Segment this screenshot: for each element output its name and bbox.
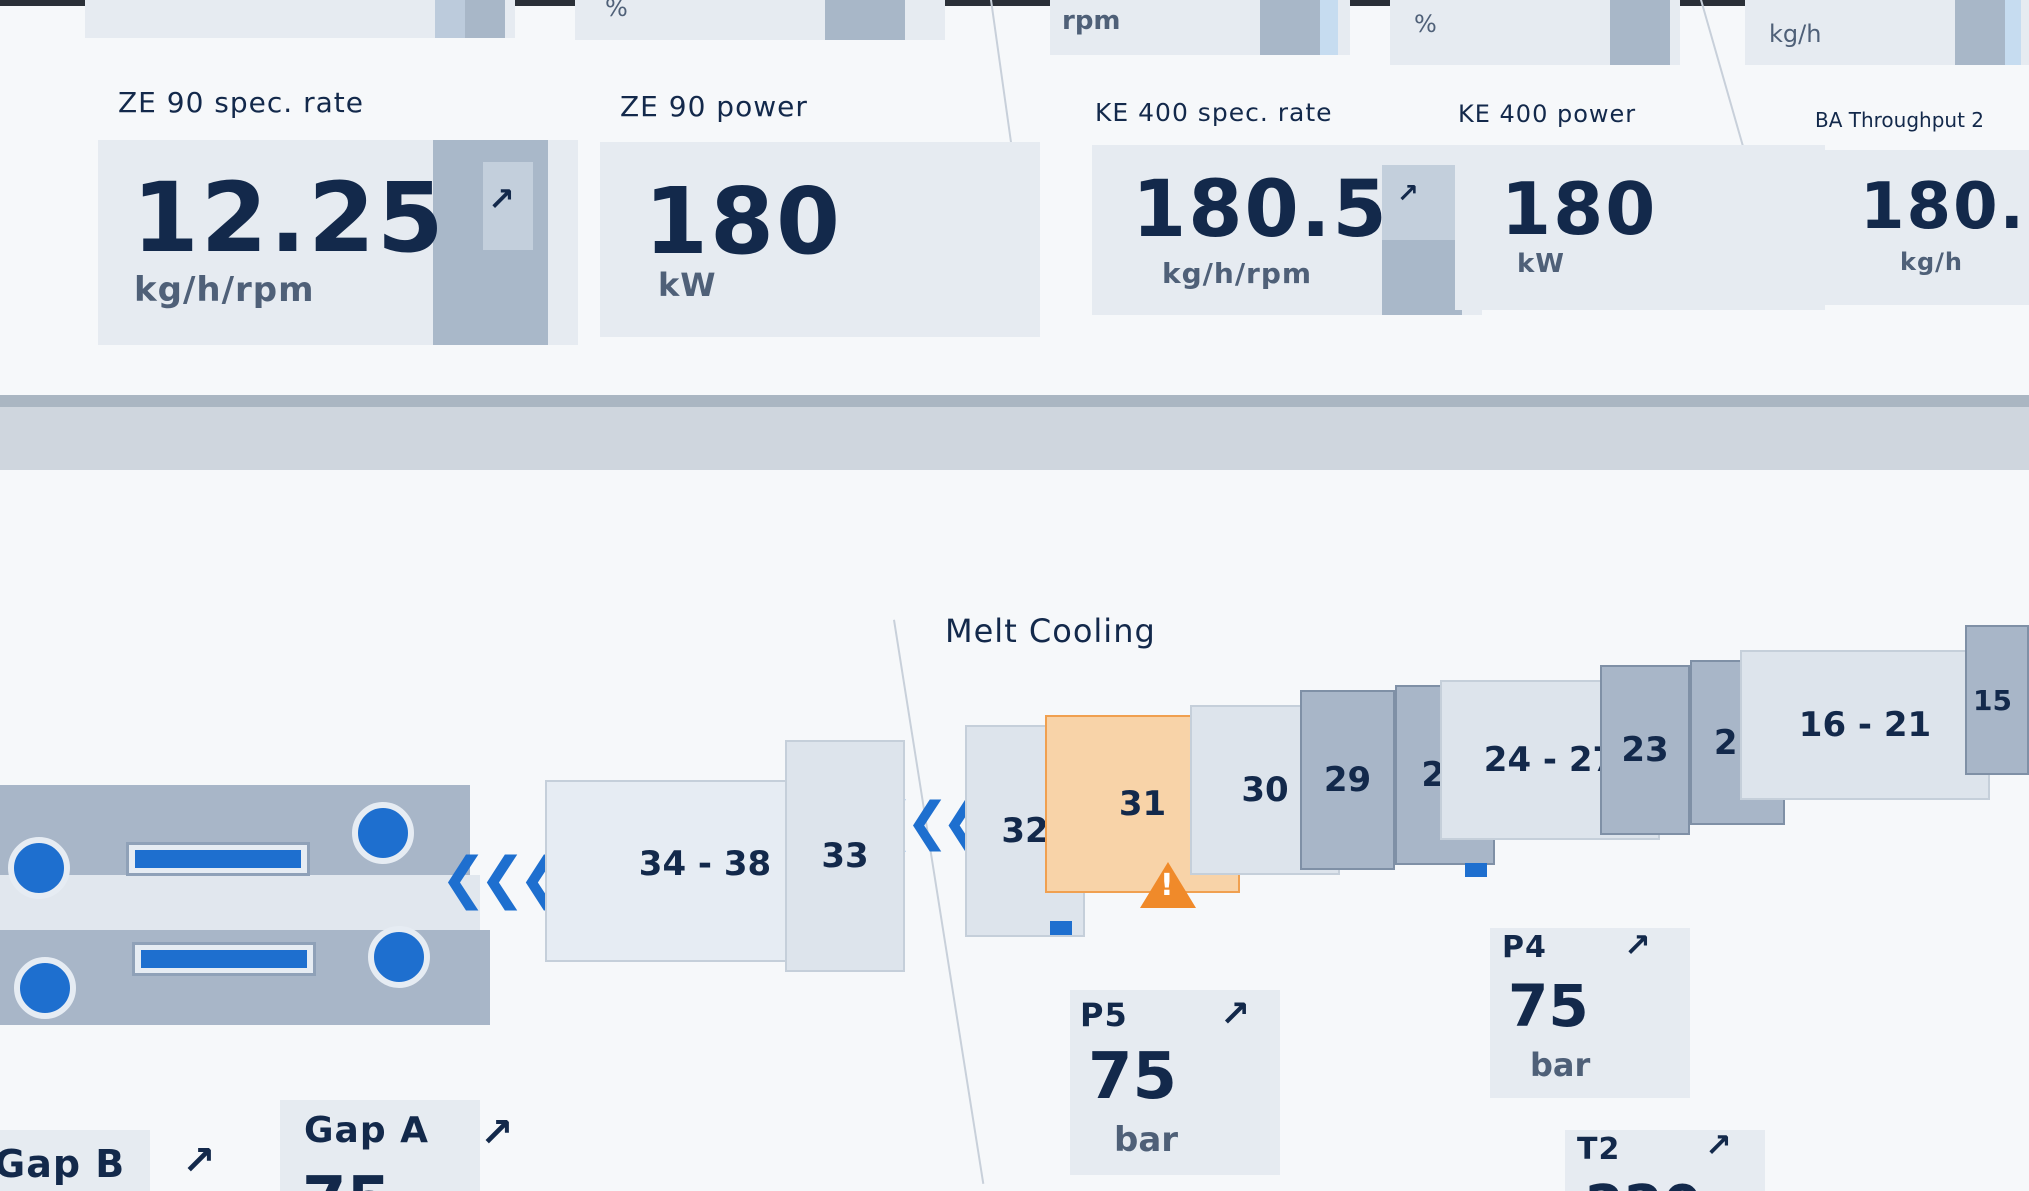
gauge-card-p4[interactable]: P4 ↗ 75 bar xyxy=(1490,926,1690,1098)
panel-edge xyxy=(0,395,2029,407)
metric-unit: kg/h xyxy=(1900,248,1963,276)
partial-card-unit: kg/h xyxy=(1769,20,1822,48)
gauge-label: P5 xyxy=(1080,996,1128,1034)
metric-label: ZE 90 spec. rate xyxy=(118,86,364,119)
metric-unit: kg/h/rpm xyxy=(134,270,315,310)
die-port-indicator xyxy=(14,957,76,1019)
warning-triangle-mark: ! xyxy=(1160,868,1174,903)
partial-card-percent: % xyxy=(1390,0,1680,65)
gauge-label: Gap B xyxy=(0,1142,126,1186)
partial-card-kgh: kg/h xyxy=(1745,0,2029,65)
die-slot xyxy=(126,842,310,876)
metric-label: KE 400 power xyxy=(1458,100,1637,128)
metric-value: 180 xyxy=(644,168,843,275)
hmi-dashboard: % rpm % kg/h ZE 90 spec. rate 12.25 ↗ kg… xyxy=(0,0,2029,1191)
arrow-up-right-icon: ↗ xyxy=(1705,1130,1732,1164)
arrow-up-right-icon: ↗ xyxy=(1624,926,1651,964)
segment-status-indicator xyxy=(1050,921,1072,935)
gauge-label: T2 xyxy=(1577,1132,1621,1167)
gauge-card-gap-a[interactable]: Gap A ↗ 75 xyxy=(280,1100,480,1191)
gauge-unit: bar xyxy=(1114,1120,1179,1160)
segment-status-indicator xyxy=(1465,863,1487,877)
gauge-card-gap-b[interactable]: Gap B xyxy=(0,1130,150,1191)
metric-label: BA Throughput 2 xyxy=(1815,108,1985,132)
gauge-unit: bar xyxy=(1530,1046,1591,1084)
segment-16-21[interactable]: 16 - 21 xyxy=(1740,650,1990,800)
partial-card-2: % xyxy=(575,0,945,40)
gauge-value: 75 xyxy=(1508,972,1589,1040)
partial-card-1 xyxy=(85,0,515,38)
gauge-card-p5[interactable]: P5 ↗ 75 bar xyxy=(1070,990,1280,1175)
metric-unit: kg/h/rpm xyxy=(1162,257,1313,290)
gauge-card-t2[interactable]: T2 ↗ 220 xyxy=(1565,1130,1765,1191)
metric-value: 180.5 xyxy=(1860,170,2029,244)
segment-23[interactable]: 23 xyxy=(1600,665,1690,835)
segment-29[interactable]: 29 xyxy=(1300,690,1395,870)
process-panel: Melt Cooling ❮❮❮❮❮ ❮❮❮❮❮ 34 - 38 33 32 3… xyxy=(0,470,2029,1191)
arrow-up-right-icon: ↗ xyxy=(182,1138,216,1184)
arrow-up-right-icon: ↗ xyxy=(1220,994,1251,1035)
metric-card-ze90-spec-rate[interactable]: 12.25 ↗ kg/h/rpm xyxy=(98,140,578,345)
die-slot xyxy=(132,942,316,976)
metric-value: 180 xyxy=(1501,167,1658,251)
metric-label: KE 400 spec. rate xyxy=(1095,98,1333,127)
gauge-label: Gap A xyxy=(304,1110,430,1151)
die-port-indicator xyxy=(352,802,414,864)
partial-card-unit: % xyxy=(1414,10,1437,38)
arrow-up-right-icon: ↗ xyxy=(480,1110,514,1156)
metric-label: ZE 90 power xyxy=(620,90,808,123)
segment-15[interactable]: 15 xyxy=(1965,625,2029,775)
metric-unit: kW xyxy=(1517,249,1565,279)
partial-card-rpm: rpm xyxy=(1050,0,1350,55)
die-port-indicator xyxy=(368,926,430,988)
segment-33[interactable]: 33 xyxy=(785,740,905,972)
arrow-up-right-icon: ↗ xyxy=(488,180,515,218)
gauge-value: 220 xyxy=(1585,1174,1702,1191)
gauge-value: 75 xyxy=(1088,1040,1178,1114)
metric-level-bar-top xyxy=(1382,165,1462,240)
metrics-panel: % rpm % kg/h ZE 90 spec. rate 12.25 ↗ kg… xyxy=(0,0,2029,400)
metric-card-ze90-power[interactable]: 180 kW xyxy=(600,142,1040,337)
metric-card-ke400-spec-rate[interactable]: 180.5 ↗ kg/h/rpm xyxy=(1092,145,1482,315)
gauge-label: P4 xyxy=(1502,930,1547,965)
metric-value: 180.5 xyxy=(1132,165,1389,255)
die-port-indicator xyxy=(8,837,70,899)
segment-34-38[interactable]: 34 - 38 xyxy=(600,800,810,928)
metric-value: 12.25 xyxy=(132,162,446,274)
metric-card-ba-throughput-2[interactable]: 180.5 kg/h xyxy=(1820,150,2029,305)
partial-card-unit: % xyxy=(605,0,628,22)
partial-card-unit: rpm xyxy=(1062,6,1121,36)
arrow-up-right-icon: ↗ xyxy=(1397,179,1419,209)
metric-unit: kW xyxy=(658,266,717,304)
gauge-value: 75 xyxy=(302,1164,391,1191)
section-title: Melt Cooling xyxy=(945,612,1156,650)
metric-card-ke400-power[interactable]: 180 kW xyxy=(1455,145,1825,310)
